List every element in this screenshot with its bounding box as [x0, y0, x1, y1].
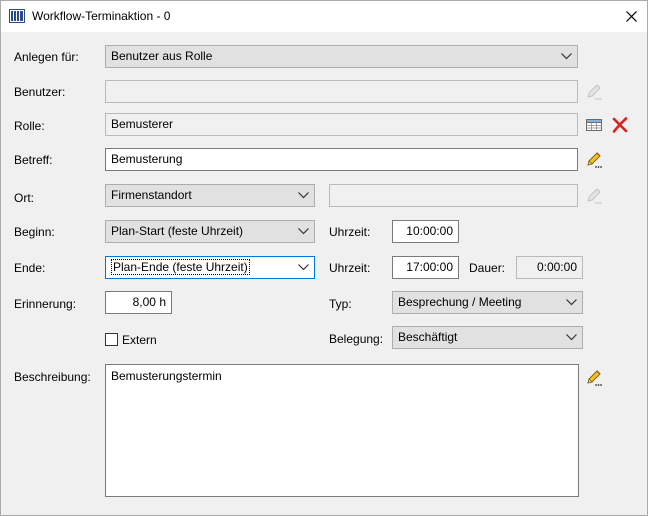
betreff-label: Betreff: [14, 153, 53, 167]
chevron-down-icon [298, 228, 309, 235]
beginn-select[interactable]: Plan-Start (feste Uhrzeit) [105, 220, 315, 243]
rolle-field[interactable]: Bemusterer [105, 113, 578, 136]
ort-value: Firmenstandort [111, 188, 192, 202]
beschreibung-pencil-edit-icon[interactable] [585, 369, 603, 387]
ort-label: Ort: [14, 191, 34, 205]
belegung-value: Beschäftigt [398, 330, 458, 344]
ende-select[interactable]: Plan-Ende (feste Uhrzeit) [105, 256, 315, 279]
beginn-label: Beginn: [14, 225, 55, 239]
close-icon [625, 11, 637, 22]
beginn-value: Plan-Start (feste Uhrzeit) [111, 224, 244, 238]
anlegen-fuer-label: Anlegen für: [14, 50, 79, 64]
chevron-down-icon [566, 334, 577, 341]
anlegen-fuer-value: Benutzer aus Rolle [111, 49, 213, 63]
ende-uhrzeit-label: Uhrzeit: [329, 261, 371, 275]
ort-select[interactable]: Firmenstandort [105, 184, 315, 207]
typ-value: Besprechung / Meeting [398, 295, 522, 309]
title-bar: Workflow-Terminaktion - 0 [1, 1, 647, 32]
ende-uhrzeit-input[interactable]: 17:00:00 [392, 256, 459, 279]
benutzer-label: Benutzer: [14, 85, 66, 99]
ende-label: Ende: [14, 261, 46, 275]
ende-value: Plan-Ende (feste Uhrzeit) [111, 259, 250, 275]
chevron-down-icon [298, 192, 309, 199]
belegung-select[interactable]: Beschäftigt [392, 326, 583, 349]
chevron-down-icon [561, 53, 572, 60]
beschreibung-label: Beschreibung: [14, 370, 91, 384]
window-title: Workflow-Terminaktion - 0 [32, 9, 171, 23]
app-columns-icon [9, 9, 25, 23]
dialog-window: Workflow-Terminaktion - 0 Anlegen für: B… [0, 0, 648, 516]
beschreibung-textarea[interactable]: Bemusterungstermin [105, 364, 579, 497]
table-select-icon[interactable] [585, 116, 603, 134]
chevron-down-icon [298, 264, 309, 271]
dauer-field: 0:00:00 [516, 256, 583, 279]
typ-label: Typ: [329, 297, 352, 311]
betreff-input[interactable]: Bemusterung [105, 148, 578, 171]
beginn-uhrzeit-input[interactable]: 10:00:00 [392, 220, 459, 243]
extern-label: Extern [122, 333, 157, 347]
betreff-pencil-edit-icon[interactable] [585, 151, 603, 169]
rolle-label: Rolle: [14, 119, 45, 133]
ort-extra-field[interactable] [329, 184, 578, 207]
red-x-delete-icon[interactable] [611, 116, 629, 134]
typ-select[interactable]: Besprechung / Meeting [392, 291, 583, 314]
benutzer-field[interactable] [105, 80, 578, 103]
extern-checkbox[interactable] [105, 333, 118, 346]
erinnerung-input[interactable]: 8,00 h [105, 291, 172, 314]
ort-pencil-edit-icon[interactable] [585, 187, 603, 205]
anlegen-fuer-select[interactable]: Benutzer aus Rolle [105, 45, 578, 68]
close-button[interactable] [615, 1, 647, 32]
beginn-uhrzeit-label: Uhrzeit: [329, 225, 371, 239]
belegung-label: Belegung: [329, 332, 384, 346]
dauer-label: Dauer: [469, 261, 506, 275]
erinnerung-label: Erinnerung: [14, 297, 77, 311]
benutzer-pencil-edit-icon[interactable] [585, 83, 603, 101]
chevron-down-icon [566, 299, 577, 306]
